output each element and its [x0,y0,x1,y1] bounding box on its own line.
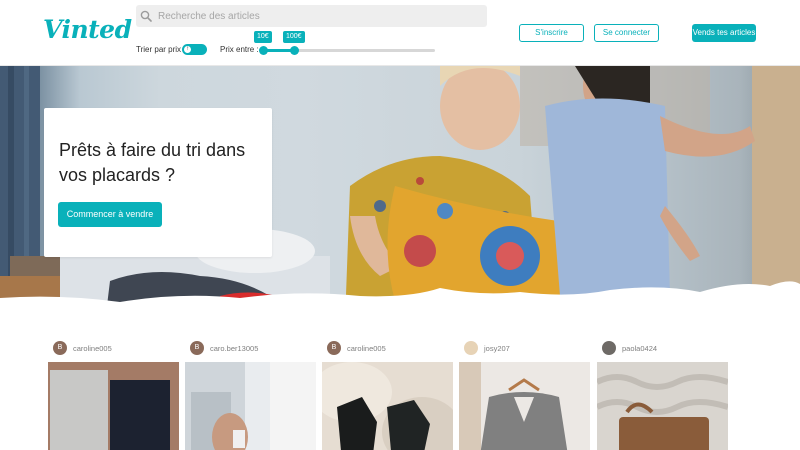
feed-item[interactable]: josy207 [459,340,590,450]
search-input[interactable] [156,5,481,27]
item-user[interactable]: B caro.ber13005 [190,340,258,356]
vinted-logo[interactable]: Vinted [43,15,132,44]
username: paola0424 [622,343,658,353]
avatar [464,341,478,355]
sort-price-toggle[interactable]: ↑ [182,44,207,55]
avatar: B [190,341,204,355]
sell-items-button[interactable]: Vends tes articles [692,24,756,42]
username: caroline005 [73,343,112,353]
price-min-handle[interactable] [259,46,268,55]
item-user[interactable]: josy207 [464,340,510,356]
item-photo[interactable] [48,362,179,450]
avatar: B [327,341,341,355]
signup-button[interactable]: S'inscrire [519,24,584,42]
price-max-bubble: 100€ [283,31,305,43]
feed-item[interactable]: B caro.ber13005 [185,340,316,450]
toggle-knob: ↑ [183,45,192,54]
item-photo[interactable] [459,362,590,450]
search-bar[interactable] [136,5,487,27]
item-user[interactable]: paola0424 [602,340,657,356]
price-min-bubble: 10€ [254,31,272,43]
start-selling-button[interactable]: Commencer à vendre [58,202,162,227]
username: caroline005 [347,343,386,353]
item-photo[interactable] [597,362,728,450]
avatar [602,341,616,355]
feed-item[interactable]: B caroline005 [322,340,453,450]
feed-item[interactable]: B caroline005 [48,340,179,450]
username: josy207 [484,343,510,353]
top-header: Vinted Trier par prix : ↑ Prix entre : 1… [0,0,800,66]
search-icon [140,10,152,22]
sort-by-price-label: Trier par prix : [136,45,186,54]
item-user[interactable]: B caroline005 [53,340,112,356]
items-feed: B caroline005 B caro.ber13005 B caroline… [0,322,800,450]
item-user[interactable]: B caroline005 [327,340,386,356]
login-button[interactable]: Se connecter [594,24,659,42]
hero-title: Prêts à faire du tri dans vos placards ? [59,140,246,185]
hero-banner: Prêts à faire du tri dans vos placards ?… [0,66,800,322]
avatar: B [53,341,67,355]
feed-item[interactable]: paola0424 [597,340,728,450]
item-photo[interactable] [322,362,453,450]
hero-card: Prêts à faire du tri dans vos placards ?… [44,108,272,257]
username: caro.ber13005 [210,343,259,353]
price-max-handle[interactable] [290,46,299,55]
item-photo[interactable] [185,362,316,450]
price-range-label: Prix entre : [220,45,259,54]
